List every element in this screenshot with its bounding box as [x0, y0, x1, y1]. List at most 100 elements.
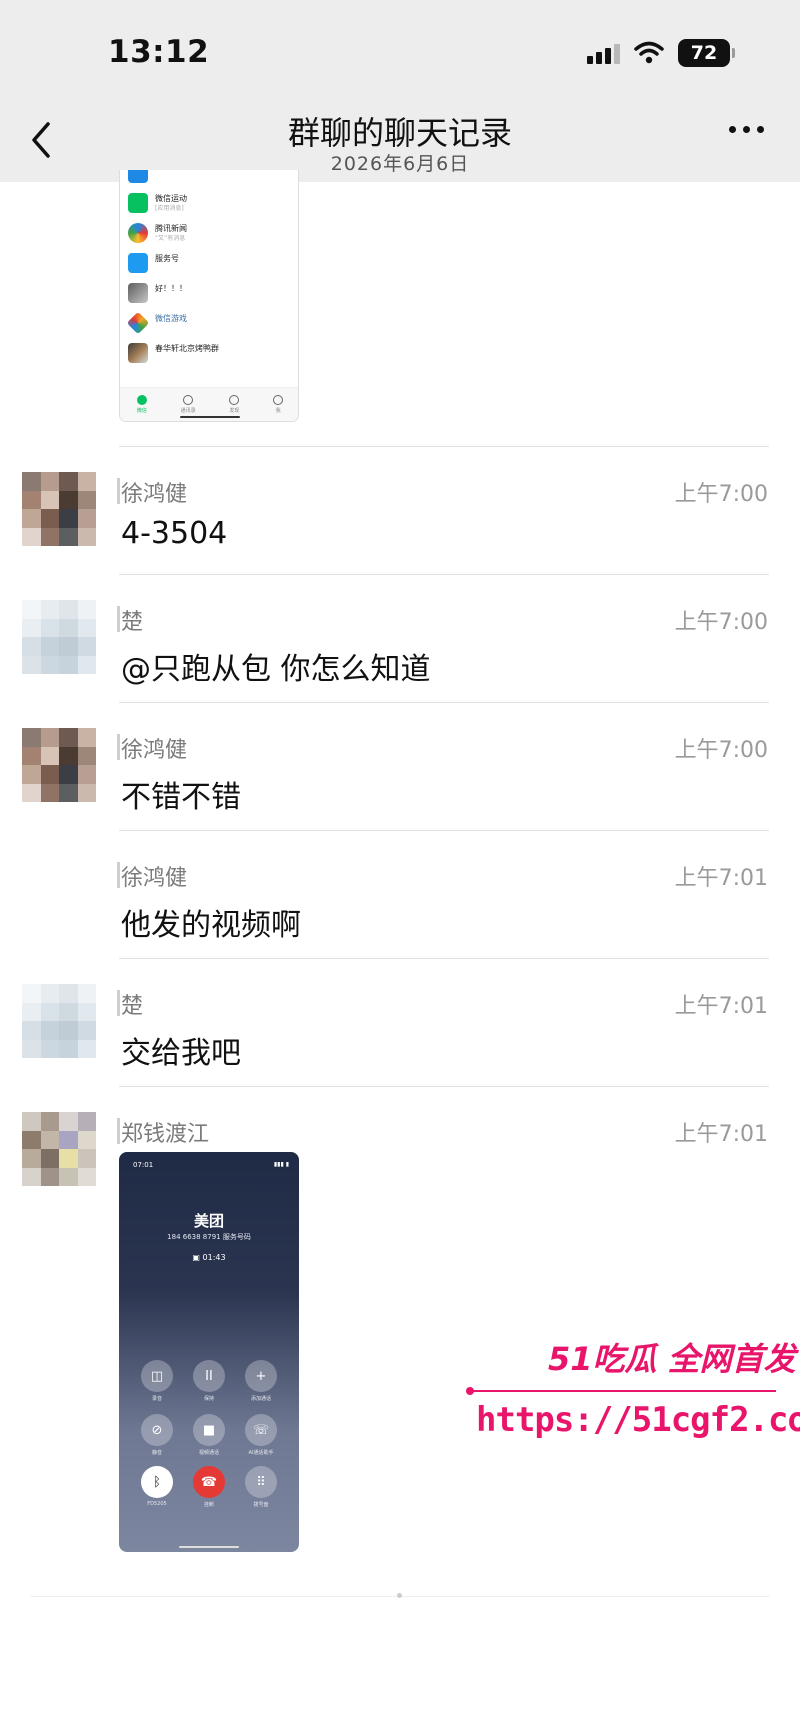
service-account-icon	[128, 253, 148, 273]
record-icon: ◫	[141, 1360, 173, 1392]
battery-icon: 72	[678, 39, 735, 67]
text-marker	[117, 606, 120, 632]
mini-chat-row: 春华轩北京烤鸭群	[120, 338, 298, 368]
text-marker	[117, 734, 120, 760]
avatar[interactable]	[22, 728, 96, 802]
mini-tab-discover: 发现	[229, 395, 239, 414]
sender-name: 楚	[121, 610, 144, 635]
mini-chat-name: 腾讯新闻	[155, 223, 187, 233]
mini-chat-row	[120, 170, 298, 188]
message-text: 4-3504	[121, 516, 228, 551]
call-status-icons: ▮▮▮ ▮	[273, 1161, 289, 1168]
mini-tab-me: 我	[273, 395, 284, 414]
call-duration: ▣ 01:43	[192, 1253, 226, 1262]
watermark-line	[470, 1390, 776, 1392]
chat-record-item[interactable]: 徐鸿健 上午7:01 他发的视频啊	[0, 840, 800, 968]
avatar[interactable]	[22, 1112, 96, 1186]
call-contact-number: 184 6638 8791 服务号码	[167, 1233, 251, 1241]
call-button-label: 拨号盘	[253, 1502, 269, 1508]
mini-avatar-icon	[128, 170, 148, 183]
text-marker	[117, 990, 120, 1016]
mini-chat-row: 微信运动 [应用消息]	[120, 188, 298, 218]
compass-icon	[229, 395, 240, 405]
chat-bubble-icon	[136, 395, 147, 405]
divider	[119, 1086, 769, 1087]
page-title: 群聊的聊天记录	[287, 114, 512, 152]
mini-tab-chats: 微信	[136, 395, 147, 414]
call-button-label: AI通话助手	[248, 1450, 274, 1456]
text-marker	[117, 478, 120, 504]
mini-chat-sub: [应用消息]	[155, 204, 184, 212]
more-options-icon[interactable]	[729, 126, 764, 133]
message-text: 不错不错	[121, 780, 241, 815]
header: 13:12 72 群聊的聊天记录 2026年6月6日	[0, 0, 800, 182]
avatar[interactable]	[22, 984, 96, 1058]
text-marker	[117, 862, 120, 888]
chat-record-item[interactable]: 楚 上午7:01 交给我吧	[0, 968, 800, 1096]
message-time: 上午7:00	[674, 482, 768, 507]
image-message-call-screenshot[interactable]: 07:01 ▮▮▮ ▮ 美团 184 6638 8791 服务号码 ▣ 01:4…	[119, 1152, 299, 1552]
call-button-label: 录音	[151, 1396, 162, 1402]
mini-chat-name: 好！！！	[155, 283, 187, 293]
video-icon: ■	[193, 1414, 225, 1446]
group-avatar-icon	[128, 283, 148, 303]
cellular-signal-icon	[587, 42, 620, 64]
contacts-icon	[183, 395, 194, 405]
mini-chat-row: 腾讯新闻 “又”有消息	[120, 218, 298, 248]
mute-icon: ⊘	[141, 1414, 173, 1446]
avatar[interactable]	[22, 600, 96, 674]
sender-name: 徐鸿健	[121, 866, 188, 891]
message-time: 上午7:01	[674, 866, 768, 891]
dialpad-icon: ⠿	[245, 1466, 277, 1498]
divider	[119, 446, 769, 447]
sender-name: 楚	[121, 994, 144, 1019]
call-button-label: 添加通话	[250, 1396, 271, 1402]
call-button-label: 视频通话	[198, 1450, 219, 1456]
divider	[119, 574, 769, 575]
battery-level: 72	[690, 42, 718, 64]
divider	[119, 958, 769, 959]
chat-record-item[interactable]: 徐鸿健 上午7:00 4-3504	[0, 456, 800, 584]
call-button-label: FD5205	[147, 1501, 167, 1507]
end-marker	[397, 1593, 402, 1598]
status-icons: 72	[587, 38, 735, 68]
mini-chat-name: 春华轩北京烤鸭群	[155, 343, 219, 353]
call-contact-name: 美团	[193, 1212, 224, 1230]
avatar[interactable]	[22, 472, 96, 546]
wifi-icon	[634, 41, 664, 64]
status-time: 13:12	[108, 34, 210, 70]
group-avatar-icon	[128, 343, 148, 363]
plus-icon: +	[245, 1360, 277, 1392]
sender-name: 徐鸿健	[121, 482, 188, 507]
home-indicator	[179, 1546, 239, 1548]
ai-call-icon: ☏	[245, 1414, 277, 1446]
message-text: 交给我吧	[121, 1036, 241, 1071]
wechat-sport-icon	[128, 193, 148, 213]
chat-record-item[interactable]: 楚 上午7:00 @只跑从包 你怎么知道	[0, 584, 800, 712]
mini-chat-sub: “又”有消息	[155, 234, 186, 242]
mini-chat-row: 服务号	[120, 248, 298, 278]
mini-chat-name: 服务号	[155, 253, 179, 263]
image-message-wechat-screenshot[interactable]: 微信运动 [应用消息] 腾讯新闻 “又”有消息 服务号 好！！！ 微信游戏 春华…	[119, 170, 299, 422]
call-status-time: 07:01	[133, 1161, 154, 1169]
message-time: 上午7:01	[674, 1122, 768, 1147]
message-time: 上午7:00	[674, 610, 768, 635]
call-button-label: 静音	[151, 1450, 162, 1456]
watermark-dot	[466, 1387, 474, 1395]
mini-chat-name: 微信游戏	[155, 313, 187, 323]
chat-record-item[interactable]: 徐鸿健 上午7:00 不错不错	[0, 712, 800, 840]
message-time: 上午7:00	[674, 738, 768, 763]
divider	[119, 830, 769, 831]
text-marker	[117, 1118, 120, 1144]
tencent-news-icon	[128, 223, 148, 243]
home-indicator	[180, 416, 240, 418]
bluetooth-icon: ᛒ	[141, 1466, 173, 1498]
mini-chat-row: 好！！！	[120, 278, 298, 308]
message-time: 上午7:01	[674, 994, 768, 1019]
message-text: @只跑从包 你怎么知道	[121, 652, 431, 687]
watermark-brand: 51吃瓜 全网首发	[548, 1340, 796, 1378]
divider	[119, 702, 769, 703]
person-icon	[273, 395, 284, 405]
call-button-label: 保持	[203, 1396, 214, 1402]
pause-icon: II	[193, 1360, 225, 1392]
